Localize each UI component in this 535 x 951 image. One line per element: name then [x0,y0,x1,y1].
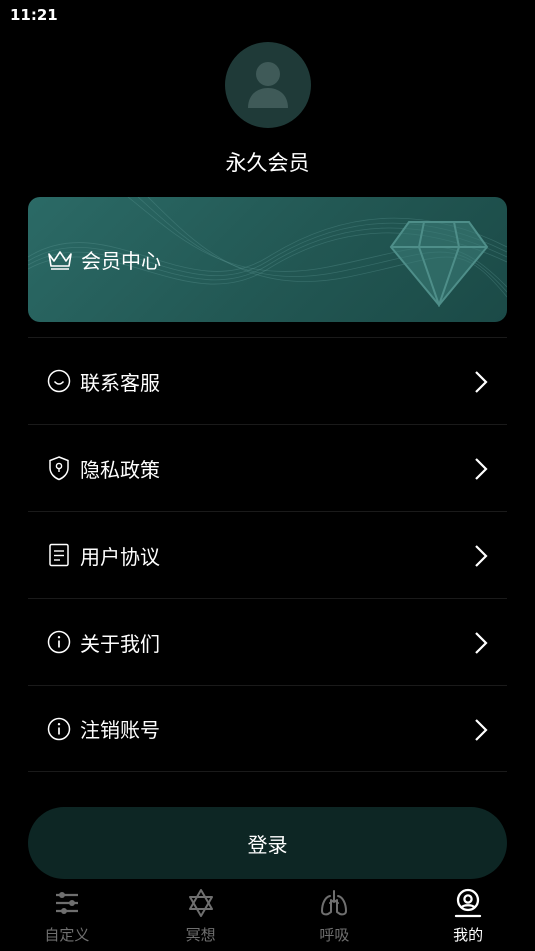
login-button[interactable]: 登录 [28,807,507,879]
bottom-tab-bar: 自定义 冥想 呼吸 我的 [0,880,535,951]
menu-item-about-us[interactable]: 关于我们 [28,598,507,685]
tab-label: 冥想 [185,926,216,944]
crown-icon [48,250,72,270]
chevron-right-icon [475,632,488,654]
chevron-right-icon [475,545,488,567]
tab-mine[interactable]: 我的 [401,880,535,951]
vip-center-label: 会员中心 [81,249,161,273]
tab-label: 我的 [453,926,484,944]
menu-item-delete-account[interactable]: 注销账号 [28,685,507,772]
tab-meditation[interactable]: 冥想 [134,880,268,951]
status-time: 11:21 [10,6,58,24]
status-bar: 11:21 [0,0,535,30]
menu-item-label: 关于我们 [80,631,160,656]
tab-breathing[interactable]: 呼吸 [268,880,402,951]
diamond-icon [389,221,489,307]
vip-label-row: 会员中心 [47,245,161,274]
smile-icon [46,368,72,394]
menu-item-label: 隐私政策 [80,457,160,482]
menu-item-label: 注销账号 [80,718,160,742]
tab-label: 自定义 [44,926,90,944]
chevron-right-icon [475,719,488,741]
info-icon [46,629,72,655]
tab-label: 呼吸 [319,926,350,944]
settings-menu: 联系客服 隐私政策 用户协议 关于我们 注销账号 [28,337,507,772]
user-silhouette-icon [248,62,288,108]
menu-item-privacy-policy[interactable]: 隐私政策 [28,424,507,511]
chevron-right-icon [475,458,488,480]
avatar[interactable] [225,42,311,128]
shield-icon [46,455,72,481]
menu-item-contact-service[interactable]: 联系客服 [28,337,507,424]
menu-item-label: 用户协议 [80,544,160,569]
lungs-icon [321,890,348,916]
sliders-icon [55,892,78,914]
star-of-david-icon [188,889,213,917]
member-level: 永久会员 [225,151,310,175]
vip-center-card[interactable]: 会员中心 [28,197,507,322]
tab-custom[interactable]: 自定义 [0,880,134,951]
info-icon [46,716,72,742]
menu-item-label: 联系客服 [80,370,160,395]
chevron-right-icon [475,371,488,393]
menu-item-user-agreement[interactable]: 用户协议 [28,511,507,598]
document-icon [46,542,72,568]
profile-icon [454,888,482,918]
